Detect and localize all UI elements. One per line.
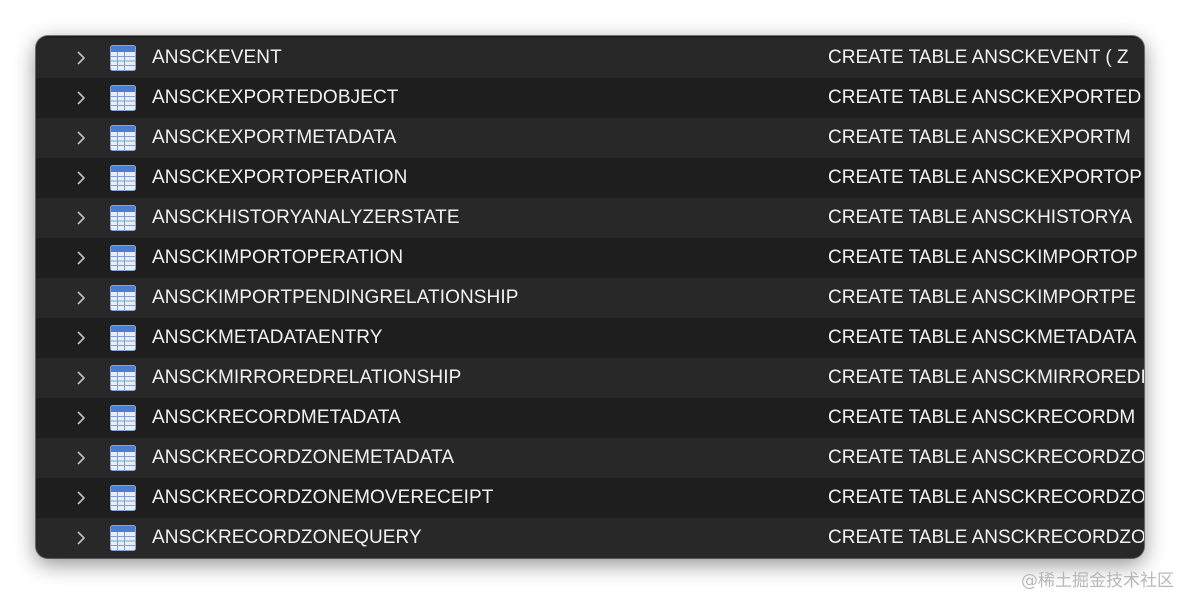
- table-row[interactable]: ANSCKRECORDZONEQUERY CREATE TABLE ANSCKRE…: [36, 518, 1144, 558]
- table-schema: CREATE TABLE ANSCKMIRROREDI: [828, 367, 1144, 388]
- table-schema: CREATE TABLE ANSCKIMPORTPE: [828, 287, 1136, 308]
- table-row[interactable]: ANSCKIMPORTOPERATION CREATE TABLE ANSCKIM…: [36, 238, 1144, 278]
- table-row[interactable]: ANSCKEXPORTMETADATA CREATE TABLE ANSCKEXP…: [36, 118, 1144, 158]
- table-schema: CREATE TABLE ANSCKHISTORYA: [828, 207, 1133, 228]
- table-list: ANSCKEVENT CREATE TABLE ANSCKEVENT ( Z ANS…: [36, 38, 1144, 558]
- table-schema: CREATE TABLE ANSCKRECORDZO: [828, 447, 1144, 468]
- table-name: ANSCKEXPORTEDOBJECT: [152, 87, 399, 108]
- table-name: ANSCKEXPORTMETADATA: [152, 127, 397, 148]
- table-schema: CREATE TABLE ANSCKRECORDZO: [828, 527, 1144, 548]
- table-icon: [110, 445, 136, 471]
- table-icon: [110, 205, 136, 231]
- table-name: ANSCKIMPORTPENDINGRELATIONSHIP: [152, 287, 519, 308]
- table-icon: [110, 85, 136, 111]
- table-row[interactable]: ANSCKMETADATAENTRY CREATE TABLE ANSCKMETA…: [36, 318, 1144, 358]
- table-row[interactable]: ANSCKRECORDMETADATA CREATE TABLE ANSCKREC…: [36, 398, 1144, 438]
- table-schema: CREATE TABLE ANSCKEVENT ( Z: [828, 47, 1129, 68]
- table-name: ANSCKRECORDZONEMETADATA: [152, 447, 455, 468]
- table-name: ANSCKHISTORYANALYZERSTATE: [152, 207, 460, 228]
- table-name: ANSCKMIRROREDRELATIONSHIP: [152, 367, 462, 388]
- chevron-right-icon[interactable]: [72, 89, 90, 107]
- chevron-right-icon[interactable]: [72, 209, 90, 227]
- table-schema: CREATE TABLE ANSCKIMPORTOP: [828, 247, 1138, 268]
- chevron-right-icon[interactable]: [72, 329, 90, 347]
- table-name: ANSCKEXPORTOPERATION: [152, 167, 408, 188]
- table-schema: CREATE TABLE ANSCKEXPORTM: [828, 127, 1131, 148]
- chevron-right-icon[interactable]: [72, 489, 90, 507]
- table-row[interactable]: ANSCKEXPORTEDOBJECT CREATE TABLE ANSCKEXP…: [36, 78, 1144, 118]
- chevron-right-icon[interactable]: [72, 369, 90, 387]
- table-browser-window: ANSCKEVENT CREATE TABLE ANSCKEVENT ( Z ANS…: [36, 36, 1144, 558]
- chevron-right-icon[interactable]: [72, 289, 90, 307]
- chevron-right-icon[interactable]: [72, 49, 90, 67]
- table-schema: CREATE TABLE ANSCKRECORDZO: [828, 487, 1144, 508]
- table-icon: [110, 365, 136, 391]
- table-row[interactable]: ANSCKHISTORYANALYZERSTATE CREATE TABLE AN…: [36, 198, 1144, 238]
- table-name: ANSCKRECORDZONEMOVERECEIPT: [152, 487, 494, 508]
- table-icon: [110, 45, 136, 71]
- chevron-right-icon[interactable]: [72, 169, 90, 187]
- table-row[interactable]: ANSCKMIRROREDRELATIONSHIP CREATE TABLE AN…: [36, 358, 1144, 398]
- chevron-right-icon[interactable]: [72, 449, 90, 467]
- table-name: ANSCKIMPORTOPERATION: [152, 247, 404, 268]
- table-icon: [110, 245, 136, 271]
- table-name: ANSCKMETADATAENTRY: [152, 327, 383, 348]
- chevron-right-icon[interactable]: [72, 129, 90, 147]
- chevron-right-icon[interactable]: [72, 249, 90, 267]
- table-row[interactable]: ANSCKEVENT CREATE TABLE ANSCKEVENT ( Z: [36, 38, 1144, 78]
- table-schema: CREATE TABLE ANSCKEXPORTED: [828, 87, 1142, 108]
- table-icon: [110, 325, 136, 351]
- table-name: ANSCKRECORDMETADATA: [152, 407, 401, 428]
- table-icon: [110, 525, 136, 551]
- watermark: @稀土掘金技术社区: [1021, 571, 1174, 591]
- table-icon: [110, 405, 136, 431]
- table-row[interactable]: ANSCKEXPORTOPERATION CREATE TABLE ANSCKEX…: [36, 158, 1144, 198]
- table-row[interactable]: ANSCKRECORDZONEMETADATA CREATE TABLE ANSC…: [36, 438, 1144, 478]
- table-name: ANSCKRECORDZONEQUERY: [152, 527, 422, 548]
- chevron-right-icon[interactable]: [72, 529, 90, 547]
- chevron-right-icon[interactable]: [72, 409, 90, 427]
- table-schema: CREATE TABLE ANSCKMETADATA: [828, 327, 1137, 348]
- table-icon: [110, 125, 136, 151]
- table-icon: [110, 285, 136, 311]
- table-name: ANSCKEVENT: [152, 47, 282, 68]
- table-icon: [110, 485, 136, 511]
- table-schema: CREATE TABLE ANSCKRECORDM: [828, 407, 1136, 428]
- table-row[interactable]: ANSCKIMPORTPENDINGRELATIONSHIP CREATE TAB…: [36, 278, 1144, 318]
- table-icon: [110, 165, 136, 191]
- table-schema: CREATE TABLE ANSCKEXPORTOP: [828, 167, 1142, 188]
- table-row[interactable]: ANSCKRECORDZONEMOVERECEIPT CREATE TABLE A…: [36, 478, 1144, 518]
